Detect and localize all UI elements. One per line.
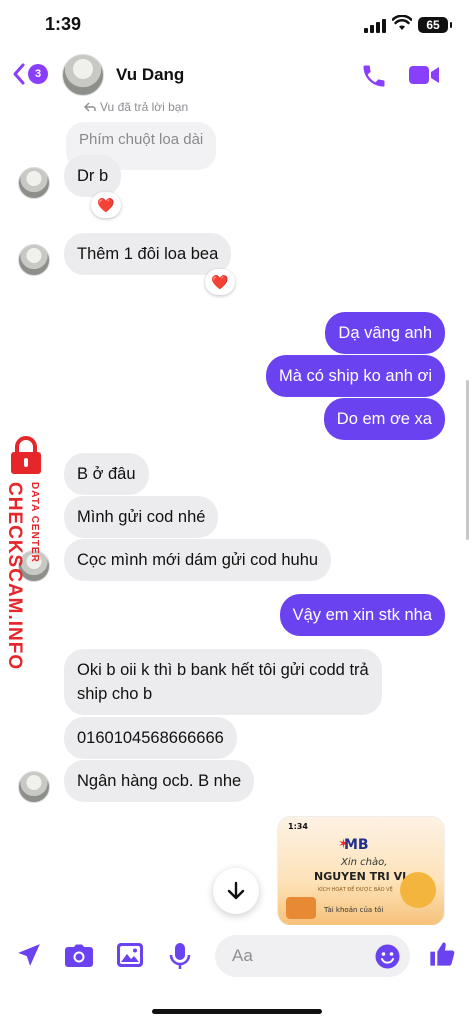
gallery-icon[interactable] (116, 942, 144, 968)
mascot-illustration (400, 872, 436, 908)
home-indicator (152, 1009, 322, 1014)
signal-icon (364, 19, 386, 33)
back-chevron-icon (13, 63, 25, 85)
reply-arrow-icon (84, 102, 96, 112)
sender-avatar[interactable] (18, 771, 50, 803)
contact-avatar[interactable] (62, 54, 104, 96)
chat-header: 3 Vu Dang (0, 50, 473, 102)
message-input-container[interactable] (215, 935, 410, 977)
message-bubble[interactable]: Dạ vâng anh (325, 312, 445, 354)
message-bubble[interactable]: Mình gửi cod nhé (64, 496, 219, 538)
message-bubble[interactable]: Oki b oii k thì b bank hết tôi gửi codd … (64, 649, 382, 715)
gift-illustration (286, 897, 316, 919)
composer-bar (0, 930, 473, 982)
back-button[interactable]: 3 (12, 62, 48, 86)
message-bubble[interactable]: 0160104568666666 (64, 717, 237, 759)
like-icon[interactable] (428, 940, 456, 968)
mic-icon[interactable] (169, 942, 191, 970)
scroll-to-bottom-button[interactable] (213, 868, 259, 914)
lock-icon (11, 436, 41, 474)
contact-name[interactable]: Vu Dang (116, 65, 184, 85)
watermark: CHECKSCAM.INFO DATA CENTER (0, 436, 50, 670)
watermark-brand: CHECKSCAM.INFO (4, 482, 25, 671)
heart-reaction[interactable]: ❤️ (205, 269, 235, 295)
status-time: 1:39 (45, 14, 82, 34)
message-list[interactable]: Vu đã trả lời bạn Phím chuột loa dài Dr … (0, 100, 473, 925)
reply-note: Vu đã trả lời bạn (84, 100, 188, 114)
status-bar: 1:39 65 (0, 0, 473, 50)
battery-indicator: 65 (418, 17, 452, 33)
message-bubble[interactable]: Thêm 1 đôi loa bea (64, 233, 232, 275)
video-icon[interactable] (408, 64, 440, 86)
sender-avatar[interactable] (18, 244, 50, 276)
arrow-down-icon (227, 881, 245, 900)
message-input[interactable] (215, 935, 365, 977)
unread-badge: 3 (28, 64, 48, 84)
message-bubble[interactable]: Cọc mình mới dám gửi cod huhu (64, 539, 332, 581)
watermark-sub: DATA CENTER (29, 482, 40, 563)
wifi-icon (392, 15, 412, 30)
message-bubble[interactable]: Mà có ship ko anh ơi (266, 355, 445, 397)
phone-icon[interactable] (360, 62, 388, 90)
emoji-icon[interactable] (375, 944, 400, 969)
message-bubble[interactable]: Do em ơe xa (323, 398, 445, 440)
camera-icon[interactable] (64, 944, 94, 968)
message-bubble[interactable]: Dr b (64, 155, 122, 197)
message-bubble[interactable]: Ngân hàng ocb. B nhe (64, 760, 255, 802)
message-bubble[interactable]: Vậy em xin stk nha (279, 594, 445, 636)
message-bubble[interactable]: B ở đâu (64, 453, 149, 495)
sender-avatar[interactable] (18, 167, 50, 199)
send-location-icon[interactable] (16, 942, 42, 968)
image-attachment[interactable]: 1:34 MB ✶ Xin chào, NGUYEN TRI VI KÍCH H… (277, 816, 445, 925)
scrollbar[interactable] (466, 380, 469, 540)
heart-reaction[interactable]: ❤️ (91, 192, 121, 218)
